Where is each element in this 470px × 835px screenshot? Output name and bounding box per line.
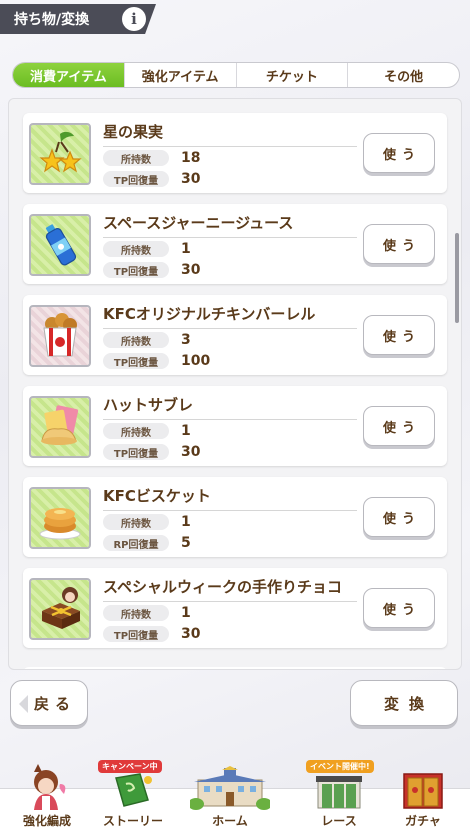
recovery-value: 30: [181, 262, 201, 278]
nav-race[interactable]: イベント開催中! レース: [296, 760, 382, 835]
list-item: KFCオリジナルチキンバーレル 所持数 3 TP回復量 100 使う: [23, 295, 447, 375]
school-building-icon: [190, 764, 270, 810]
item-name: KFCビスケット: [103, 485, 357, 511]
quantity-row: 所持数 3: [103, 331, 353, 349]
list-item: [23, 667, 447, 669]
recovery-value: 100: [181, 353, 211, 369]
campaign-badge: キャンペーン中: [98, 760, 162, 773]
quantity-label: 所持数: [103, 241, 169, 257]
info-icon[interactable]: i: [122, 7, 146, 31]
nav-home[interactable]: ホーム: [180, 760, 280, 835]
recovery-row: TP回復量 30: [103, 443, 353, 461]
quantity-row: 所持数 1: [103, 422, 353, 440]
recovery-row: RP回復量 5: [103, 534, 353, 552]
quantity-row: 所持数 18: [103, 149, 353, 167]
quantity-row: 所持数 1: [103, 240, 353, 258]
quantity-value: 18: [181, 150, 201, 166]
tab-tickets[interactable]: チケット: [235, 63, 348, 87]
quantity-value: 3: [181, 332, 191, 348]
item-name: スペシャルウィークの手作りチョコ: [103, 576, 357, 602]
back-button[interactable]: 戻る: [10, 680, 88, 726]
tab-others[interactable]: その他: [347, 63, 459, 87]
quantity-label: 所持数: [103, 605, 169, 621]
recovery-label: TP回復量: [103, 444, 169, 460]
chocolate-gift-icon: [29, 578, 91, 640]
bottom-nav: 強化編成 キャンペーン中 ストーリー ホーム イベント開催中! レース ガチャ: [0, 760, 470, 835]
gacha-door-icon: [396, 764, 450, 810]
biscuit-icon: [29, 487, 91, 549]
item-name: KFCオリジナルチキンバーレル: [103, 303, 357, 329]
recovery-row: TP回復量 30: [103, 625, 353, 643]
star-fruit-icon: [29, 123, 91, 185]
quantity-value: 1: [181, 605, 191, 621]
item-name: 星の果実: [103, 121, 357, 147]
quantity-value: 1: [181, 423, 191, 439]
quantity-value: 1: [181, 514, 191, 530]
tab-enhancement-items[interactable]: 強化アイテム: [123, 63, 236, 87]
nav-enhance[interactable]: 強化編成: [4, 760, 90, 835]
nav-label: レース: [321, 814, 357, 828]
nav-label: 強化編成: [22, 814, 71, 828]
nav-gacha[interactable]: ガチャ: [380, 760, 466, 835]
recovery-row: TP回復量 30: [103, 261, 353, 279]
quantity-label: 所持数: [103, 332, 169, 348]
category-tabs: 消費アイテム 強化アイテム チケット その他: [12, 62, 460, 88]
list-item: KFCビスケット 所持数 1 RP回復量 5 使う: [23, 477, 447, 557]
item-list[interactable]: 星の果実 所持数 18 TP回復量 30 使う スペースジャーニージュース 所持…: [8, 98, 462, 670]
recovery-value: 30: [181, 626, 201, 642]
recovery-row: TP回復量 30: [103, 170, 353, 188]
recovery-label: RP回復量: [103, 535, 169, 551]
list-item: スペースジャーニージュース 所持数 1 TP回復量 30 使う: [23, 204, 447, 284]
use-button[interactable]: 使う: [363, 588, 435, 628]
recovery-value: 30: [181, 171, 201, 187]
use-button[interactable]: 使う: [363, 224, 435, 264]
nav-label: ストーリー: [102, 814, 163, 828]
quantity-row: 所持数 1: [103, 604, 353, 622]
list-item: スペシャルウィークの手作りチョコ 所持数 1 TP回復量 30 使う: [23, 568, 447, 648]
quantity-value: 1: [181, 241, 191, 257]
item-name: スペースジャーニージュース: [103, 212, 357, 238]
page-title-text: 持ち物/変換: [14, 12, 90, 28]
nav-label: ホーム: [212, 814, 248, 828]
use-button[interactable]: 使う: [363, 133, 435, 173]
tab-consumables[interactable]: 消費アイテム: [13, 63, 124, 87]
recovery-value: 30: [181, 444, 201, 460]
recovery-row: TP回復量 100: [103, 352, 353, 370]
nav-label: ガチャ: [405, 814, 441, 828]
convert-button[interactable]: 変換: [350, 680, 458, 726]
use-button[interactable]: 使う: [363, 315, 435, 355]
hat-sable-icon: [29, 396, 91, 458]
list-item: ハットサブレ 所持数 1 TP回復量 30 使う: [23, 386, 447, 466]
quantity-label: 所持数: [103, 423, 169, 439]
scrollbar-thumb[interactable]: [455, 233, 459, 323]
juice-bottle-icon: [29, 214, 91, 276]
nav-story[interactable]: キャンペーン中 ストーリー: [90, 760, 176, 835]
event-badge: イベント開催中!: [306, 760, 374, 773]
quantity-row: 所持数 1: [103, 513, 353, 531]
recovery-label: TP回復量: [103, 353, 169, 369]
use-button[interactable]: 使う: [363, 497, 435, 537]
scrollbar[interactable]: [455, 105, 459, 665]
recovery-label: TP回復量: [103, 626, 169, 642]
recovery-label: TP回復量: [103, 262, 169, 278]
recovery-value: 5: [181, 535, 191, 551]
item-name: ハットサブレ: [103, 394, 357, 420]
recovery-label: TP回復量: [103, 171, 169, 187]
list-item: 星の果実 所持数 18 TP回復量 30 使う: [23, 113, 447, 193]
quantity-label: 所持数: [103, 514, 169, 530]
horse-girl-icon: [20, 764, 74, 810]
quantity-label: 所持数: [103, 150, 169, 166]
use-button[interactable]: 使う: [363, 406, 435, 446]
chicken-barrel-icon: [29, 305, 91, 367]
